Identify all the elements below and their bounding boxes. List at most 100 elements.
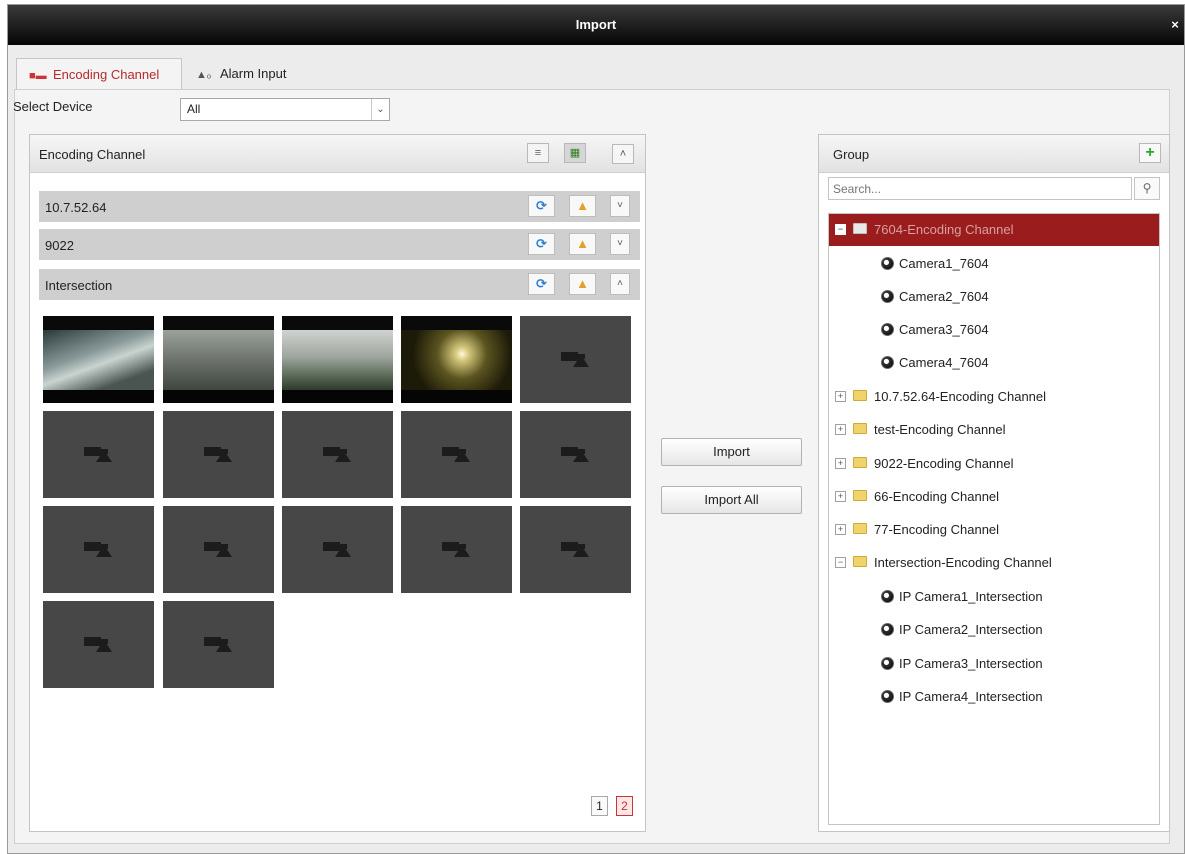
channel-thumbnail[interactable] bbox=[43, 316, 154, 403]
collapse-all-icon[interactable]: ˄ bbox=[612, 144, 634, 164]
list-view-icon[interactable]: ≡ bbox=[527, 143, 549, 163]
channel-thumbnail[interactable] bbox=[401, 316, 512, 403]
import-all-button[interactable]: Import All bbox=[661, 486, 802, 514]
add-to-group-icon[interactable]: ▲ bbox=[569, 195, 596, 217]
page-2-button[interactable]: 2 bbox=[616, 796, 633, 816]
close-icon[interactable]: × bbox=[1168, 5, 1182, 45]
device-row[interactable]: 9022 ⟳ ▲ ˅ bbox=[39, 229, 640, 260]
channel-thumbnail[interactable] bbox=[43, 411, 154, 498]
tree-group[interactable]: + 9022-Encoding Channel bbox=[829, 448, 1159, 480]
collapse-icon[interactable]: − bbox=[835, 224, 846, 235]
device-row[interactable]: Intersection ⟳ ▲ ˄ bbox=[39, 269, 640, 300]
channel-thumbnail[interactable] bbox=[163, 411, 274, 498]
expand-icon[interactable]: ˅ bbox=[610, 233, 630, 255]
device-select-value: All bbox=[187, 102, 201, 116]
refresh-icon[interactable]: ⟳ bbox=[528, 273, 555, 295]
no-video-icon bbox=[323, 447, 351, 462]
camera-icon bbox=[881, 257, 894, 270]
tree-group[interactable]: + 10.7.52.64-Encoding Channel bbox=[829, 381, 1159, 413]
collapse-icon[interactable]: ˄ bbox=[610, 273, 630, 295]
no-video-icon bbox=[561, 352, 589, 367]
search-input[interactable] bbox=[828, 177, 1132, 200]
tree-camera[interactable]: Camera1_7604 bbox=[829, 248, 1159, 280]
channel-thumbnail[interactable] bbox=[401, 411, 512, 498]
tree-label: IP Camera3_Intersection bbox=[899, 656, 1043, 671]
tree-label: IP Camera1_Intersection bbox=[899, 589, 1043, 604]
panel-title: Encoding Channel bbox=[39, 147, 146, 162]
refresh-icon[interactable]: ⟳ bbox=[528, 195, 555, 217]
add-to-group-icon[interactable]: ▲ bbox=[569, 233, 596, 255]
encoding-channel-panel: Encoding Channel ≡ ▦ ˄ 10.7.52.64 ⟳ ▲ ˅ … bbox=[29, 134, 646, 832]
expand-icon[interactable]: + bbox=[835, 458, 846, 469]
channel-thumbnail[interactable] bbox=[520, 506, 631, 593]
tree-label: Intersection-Encoding Channel bbox=[874, 555, 1052, 570]
channel-thumbnail[interactable] bbox=[520, 411, 631, 498]
no-video-icon bbox=[204, 637, 232, 652]
tree-camera[interactable]: IP Camera1_Intersection bbox=[829, 581, 1159, 613]
tree-camera[interactable]: IP Camera2_Intersection bbox=[829, 614, 1159, 646]
panel-title: Group bbox=[833, 147, 870, 162]
camera-icon bbox=[881, 690, 894, 703]
thumbnail-view-icon[interactable]: ▦ bbox=[564, 143, 586, 163]
channel-thumbnail[interactable] bbox=[282, 316, 393, 403]
no-video-icon bbox=[204, 447, 232, 462]
tree-camera[interactable]: Camera3_7604 bbox=[829, 314, 1159, 346]
tree-group[interactable]: − Intersection-Encoding Channel bbox=[829, 547, 1159, 579]
channel-thumbnail[interactable] bbox=[163, 316, 274, 403]
expand-icon[interactable]: ˅ bbox=[610, 195, 630, 217]
no-video-icon bbox=[442, 542, 470, 557]
folder-icon bbox=[853, 490, 867, 501]
import-button[interactable]: Import bbox=[661, 438, 802, 466]
tab-alarm-input[interactable]: ▲ₒ Alarm Input bbox=[184, 58, 304, 90]
tree-camera[interactable]: Camera4_7604 bbox=[829, 347, 1159, 379]
tree-group[interactable]: + 77-Encoding Channel bbox=[829, 514, 1159, 546]
title-bar: Import × bbox=[8, 5, 1184, 45]
camera-icon bbox=[881, 623, 894, 636]
channel-thumbnail[interactable] bbox=[163, 601, 274, 688]
tree-label: test-Encoding Channel bbox=[874, 422, 1006, 437]
camera-icon bbox=[881, 290, 894, 303]
tree-group-7604[interactable]: − 7604-Encoding Channel bbox=[829, 214, 1159, 246]
device-select[interactable]: All ⌄ bbox=[180, 98, 390, 121]
no-video-icon bbox=[84, 637, 112, 652]
add-to-group-icon[interactable]: ▲ bbox=[569, 273, 596, 295]
expand-icon[interactable]: + bbox=[835, 424, 846, 435]
tab-label: Alarm Input bbox=[220, 66, 287, 81]
folder-icon bbox=[853, 523, 867, 534]
tree-group[interactable]: + 66-Encoding Channel bbox=[829, 481, 1159, 513]
tree-camera[interactable]: IP Camera4_Intersection bbox=[829, 681, 1159, 713]
search-icon[interactable]: ⚲ bbox=[1134, 177, 1160, 200]
channel-thumbnail[interactable] bbox=[282, 411, 393, 498]
channel-thumbnail[interactable] bbox=[163, 506, 274, 593]
channel-thumbnail[interactable] bbox=[282, 506, 393, 593]
channel-thumbnail[interactable] bbox=[43, 506, 154, 593]
collapse-icon[interactable]: − bbox=[835, 557, 846, 568]
tree-camera[interactable]: IP Camera3_Intersection bbox=[829, 648, 1159, 680]
tree-group[interactable]: + test-Encoding Channel bbox=[829, 414, 1159, 446]
channel-thumbnail[interactable] bbox=[43, 601, 154, 688]
group-tree: − 7604-Encoding Channel Camera1_7604 Cam… bbox=[828, 213, 1160, 825]
add-group-icon[interactable]: + bbox=[1139, 143, 1161, 163]
chevron-down-icon[interactable]: ⌄ bbox=[371, 99, 389, 120]
expand-icon[interactable]: + bbox=[835, 391, 846, 402]
tree-label: Camera3_7604 bbox=[899, 322, 989, 337]
device-row[interactable]: 10.7.52.64 ⟳ ▲ ˅ bbox=[39, 191, 640, 222]
tree-label: Camera1_7604 bbox=[899, 256, 989, 271]
folder-icon bbox=[853, 223, 867, 234]
camera-icon bbox=[881, 657, 894, 670]
folder-icon bbox=[853, 423, 867, 434]
expand-icon[interactable]: + bbox=[835, 524, 846, 535]
page-1-button[interactable]: 1 bbox=[591, 796, 608, 816]
expand-icon[interactable]: + bbox=[835, 491, 846, 502]
tab-label: Encoding Channel bbox=[53, 67, 160, 82]
device-name: 9022 bbox=[45, 238, 74, 253]
channel-thumbnail[interactable] bbox=[401, 506, 512, 593]
tab-encoding-channel[interactable]: ■▬ Encoding Channel bbox=[16, 58, 182, 90]
no-video-icon bbox=[561, 542, 589, 557]
select-device-label: Select Device bbox=[13, 99, 93, 114]
channel-thumbnail[interactable] bbox=[520, 316, 631, 403]
no-video-icon bbox=[204, 542, 232, 557]
tree-camera[interactable]: Camera2_7604 bbox=[829, 281, 1159, 313]
refresh-icon[interactable]: ⟳ bbox=[528, 233, 555, 255]
tree-label: 7604-Encoding Channel bbox=[874, 222, 1014, 237]
